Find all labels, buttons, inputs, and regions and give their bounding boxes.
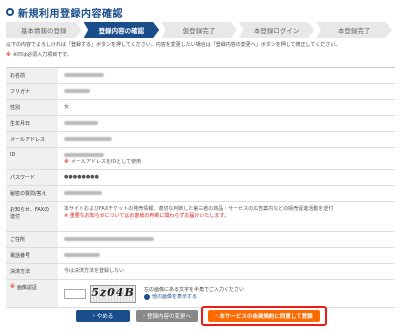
progress-steps: 基本情報の登録 登録内容の確認 仮登録完了 本登録ログイン 本登録完了 (6, 22, 394, 38)
captcha-help-text: 左の画像にある文字を半角でご入力ください (144, 286, 245, 293)
row-label: 秘密の質問/答え (6, 186, 58, 201)
row-label: お名前 (6, 68, 58, 83)
row-value (58, 116, 395, 131)
row-name: お名前 (6, 68, 395, 84)
row-value (58, 248, 395, 263)
refresh-icon (144, 294, 150, 300)
row-gender: 性別 女 (6, 100, 395, 116)
row-email: メールアドレス (6, 132, 395, 148)
row-label: メールアドレス (6, 132, 58, 147)
row-id: ID ※ メールアドレスをIDとして使用 (6, 148, 395, 170)
row-label: ご住所 (6, 232, 58, 247)
row-value: ※ メールアドレスをIDとして使用 (58, 148, 395, 169)
step-confirm: 登録内容の確認 (83, 22, 160, 38)
row-furigana: フリガナ (6, 84, 395, 100)
row-value (58, 68, 395, 83)
important-note: ※ 重要なお知らせについてはお客様の判断に関わらずお届けいたします。 (64, 212, 229, 219)
confirm-table: お名前 フリガナ 性別 女 生年月日 メールアドレス ID ※ メールアドレスをI… (6, 67, 395, 308)
back-to-edit-button[interactable]: › 登録内容の変更へ (136, 310, 198, 322)
row-value (58, 84, 395, 99)
captcha-image: 5z04B (90, 284, 136, 303)
captcha-help: 左の画像にある文字を半角でご入力ください 他の画像を表示する (144, 287, 244, 301)
row-label: ※ 画像認証 (6, 280, 58, 307)
row-address: ご住所 (6, 232, 395, 248)
action-buttons: › やめる › 登録内容の変更へ › 本サービスの会員規約に同意して登録 (0, 306, 400, 326)
captcha-input[interactable] (64, 288, 86, 299)
row-label: 性別 (6, 100, 58, 115)
row-label: フリガナ (6, 84, 58, 99)
title-circle-icon (6, 8, 14, 16)
step-provisional: 仮登録完了 (161, 22, 237, 38)
row-label: パスワード (6, 170, 58, 185)
row-value: 本サイトおよびFAXチケットの発売情報、適切な判断した第三者の商品・サービスの広… (64, 206, 334, 219)
step-complete: 本登録完了 (316, 22, 392, 38)
row-value (58, 232, 395, 247)
id-note: ※ メールアドレスをIDとして使用 (64, 158, 142, 165)
required-note: ※ ※印は必須入力項目です。 (6, 52, 72, 58)
row-value: 今は決済方法を登録しない (64, 268, 125, 274)
required-mark: ※ (6, 52, 11, 58)
intro-text: 以下の内容でよろしければ「登録する」ボタンを押してください。内容を変更したい場合… (6, 42, 396, 59)
captcha-refresh-link[interactable]: 他の画像を表示する (144, 294, 244, 301)
row-secret-question: 秘密の質問/答え (6, 186, 395, 202)
intro-line: 以下の内容でよろしければ「登録する」ボタンを押してください。内容を変更したい場合… (6, 42, 341, 48)
submit-button[interactable]: › 本サービスの会員規約に同意して登録 (208, 310, 320, 322)
submit-highlight: › 本サービスの会員規約に同意して登録 (201, 306, 327, 326)
row-label: お知らせ、FAXの送付 (6, 202, 58, 231)
page-title: 新規利用登録内容確認 (18, 8, 123, 20)
captcha-area: 5z04B 左の画像にある文字を半角でご入力ください 他の画像を表示する (58, 280, 395, 307)
stop-button[interactable]: › やめる (76, 310, 130, 322)
step-basic-info: 基本情報の登録 (6, 22, 82, 38)
row-password: パスワード ●●●●●●●● (6, 170, 395, 186)
row-label: 生年月日 (6, 116, 58, 131)
row-label: ID (6, 148, 58, 169)
row-captcha: ※ 画像認証 5z04B 左の画像にある文字を半角でご入力ください 他の画像を表示… (6, 280, 395, 308)
row-label: 決済方法 (6, 264, 58, 279)
row-value: 女 (64, 104, 70, 110)
row-phone: 電話番号 (6, 248, 395, 264)
row-label: 電話番号 (6, 248, 58, 263)
row-value (58, 186, 395, 201)
row-notifications: お知らせ、FAXの送付 本サイトおよびFAXチケットの発売情報、適切な判断した第… (6, 202, 395, 232)
row-payment: 決済方法 今は決済方法を登録しない (6, 264, 395, 280)
row-value (58, 132, 395, 147)
row-birthdate: 生年月日 (6, 116, 395, 132)
step-login: 本登録ログイン (238, 22, 315, 38)
row-value: ●●●●●●●● (64, 174, 99, 180)
page-header: 新規利用登録内容確認 (6, 5, 123, 20)
